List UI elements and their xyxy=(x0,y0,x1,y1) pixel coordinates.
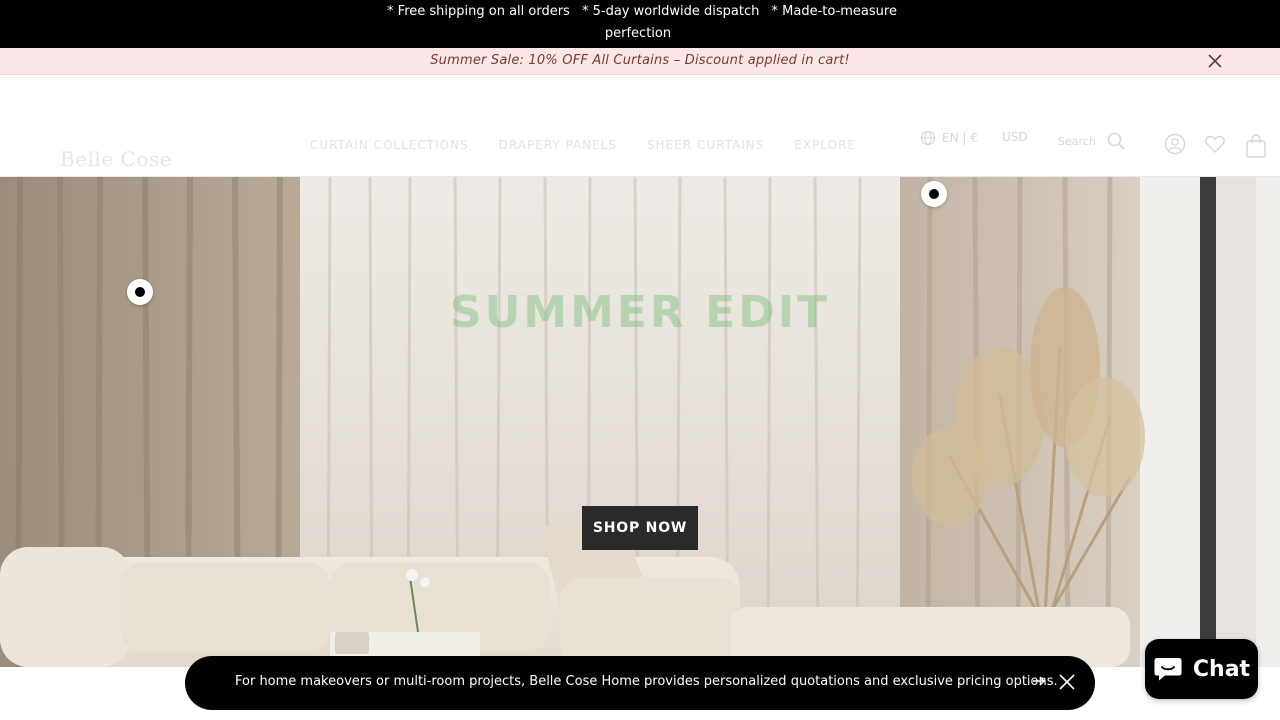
nav-drapery-panels[interactable]: DRAPERY PANELS xyxy=(499,138,617,152)
locale-selector[interactable]: EN | € xyxy=(920,130,978,146)
search-label: Search xyxy=(1058,134,1096,148)
hero-image xyxy=(0,177,1280,667)
globe-icon xyxy=(920,130,936,146)
announcement-item: * 5-day worldwide dispatch xyxy=(581,4,760,19)
page: * Free shipping on all orders * 5-day wo… xyxy=(0,0,1280,720)
chat-button[interactable]: Chat xyxy=(1145,639,1258,699)
logo[interactable]: Belle Cose xyxy=(60,147,172,171)
close-icon[interactable] xyxy=(1057,672,1077,692)
main-nav: CURTAIN COLLECTIONS DRAPERY PANELS SHEER… xyxy=(310,138,856,152)
quotation-info-bar: For home makeovers or multi-room project… xyxy=(185,656,1095,710)
search-trigger[interactable]: Search xyxy=(1058,131,1126,151)
arrow-right-icon[interactable] xyxy=(1031,673,1047,689)
announcement-bar: * Free shipping on all orders * 5-day wo… xyxy=(0,0,1280,48)
sale-banner-text: Summer Sale: 10% OFF All Curtains – Disc… xyxy=(430,53,850,68)
nav-explore[interactable]: EXPLORE xyxy=(794,138,856,152)
site-header: Belle Cose CURTAIN COLLECTIONS DRAPERY P… xyxy=(0,75,1280,177)
shop-now-button[interactable]: SHOP NOW xyxy=(582,506,698,550)
nav-sheer-curtains[interactable]: SHEER CURTAINS xyxy=(647,138,764,152)
hero-banner[interactable]: SUMMER EDIT SHOP NOW xyxy=(0,177,1280,667)
product-hotspot[interactable] xyxy=(127,279,153,305)
locale-label: EN | € xyxy=(942,131,978,145)
info-bar-text: For home makeovers or multi-room project… xyxy=(235,674,1058,689)
product-hotspot[interactable] xyxy=(921,181,947,207)
sale-banner: Summer Sale: 10% OFF All Curtains – Disc… xyxy=(0,48,1280,75)
announcement-item: * Free shipping on all orders xyxy=(387,4,570,19)
chat-bubble-icon xyxy=(1154,658,1182,681)
nav-curtain-collections[interactable]: CURTAIN COLLECTIONS xyxy=(310,138,469,152)
search-icon xyxy=(1107,132,1125,150)
close-icon[interactable] xyxy=(1206,52,1224,70)
chat-label: Chat xyxy=(1192,656,1251,682)
wishlist-icon[interactable] xyxy=(1204,133,1226,155)
currency-selector[interactable]: USD xyxy=(1002,130,1028,144)
hero-title: SUMMER EDIT xyxy=(449,287,831,338)
account-icon[interactable] xyxy=(1164,133,1186,155)
cart-icon[interactable] xyxy=(1244,133,1268,159)
